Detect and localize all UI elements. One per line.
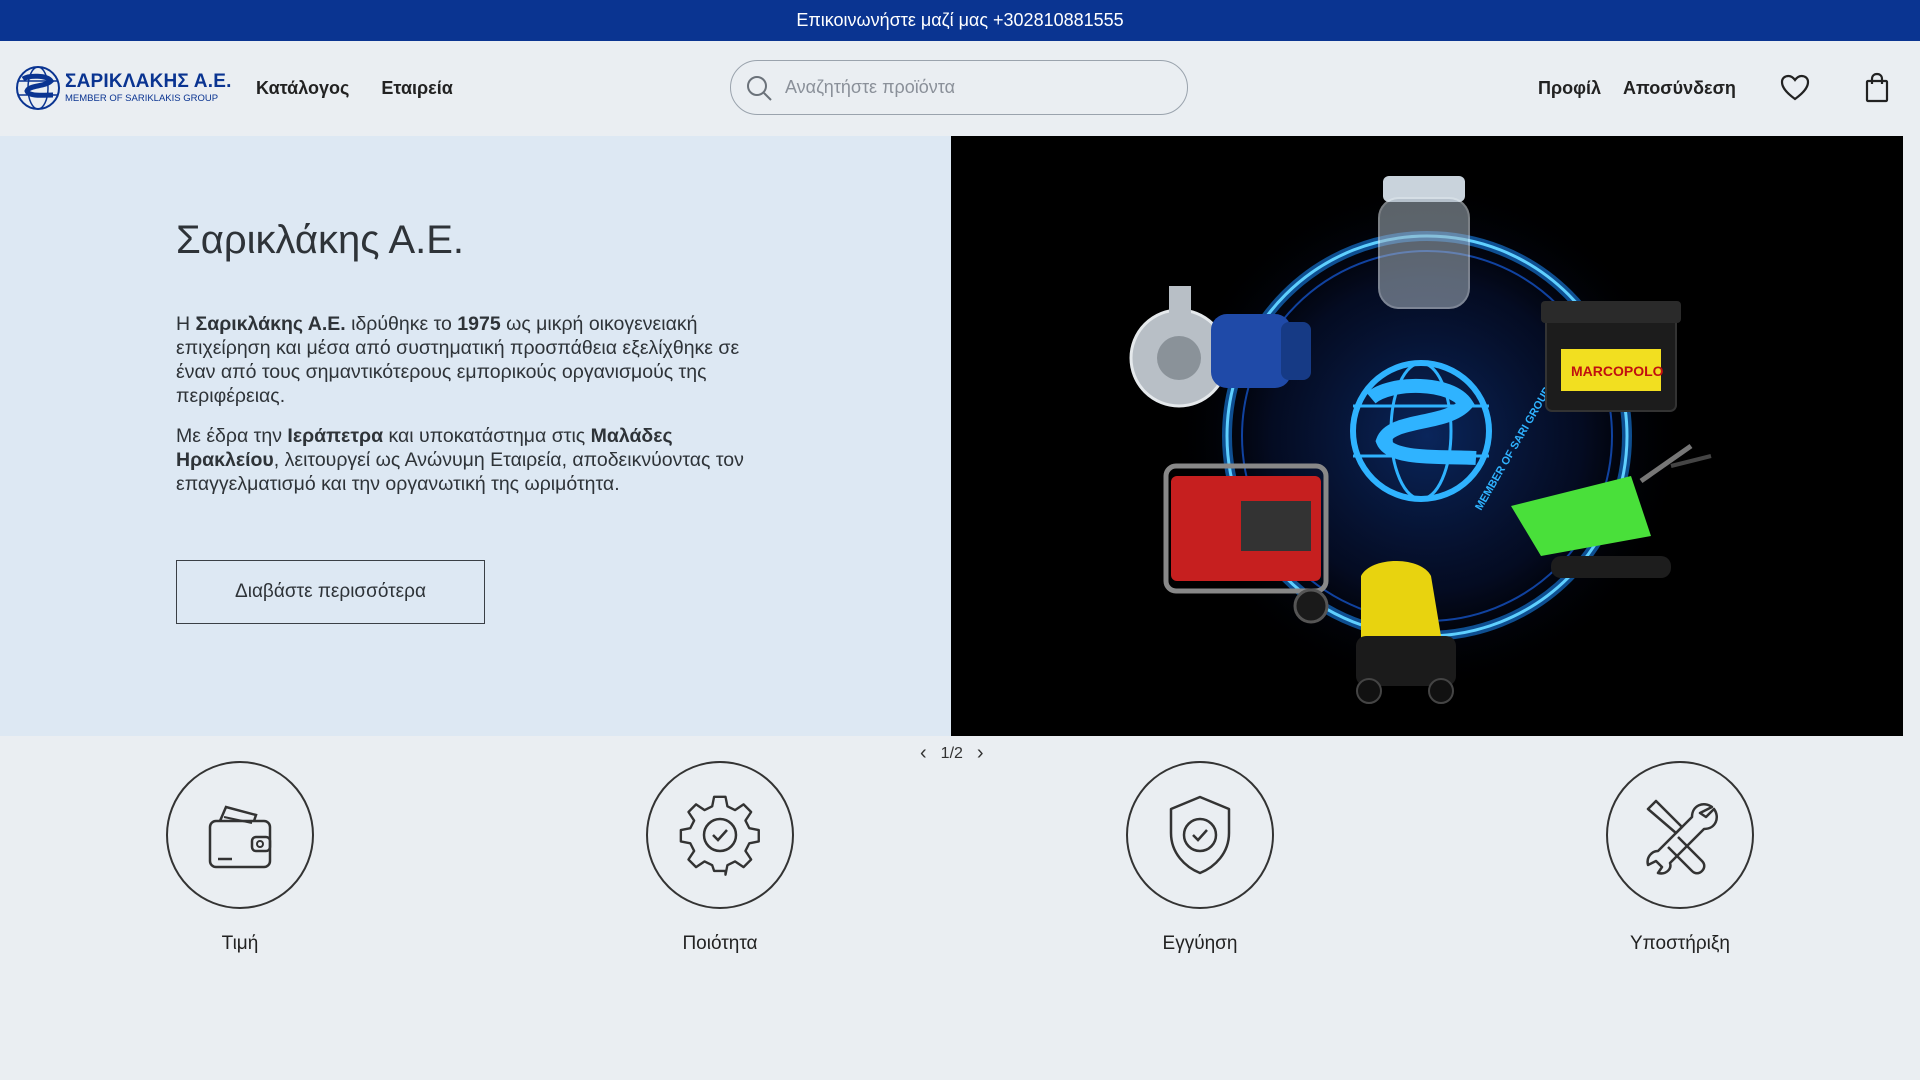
search-input[interactable]: [783, 76, 1167, 99]
hero-paragraph-1: Η Σαρικλάκης Α.Ε. ιδρύθηκε το 1975 ως μι…: [176, 312, 776, 408]
main-nav: Κατάλογος Εταιρεία: [256, 41, 453, 136]
logo-globe-icon: [16, 66, 60, 110]
feature-support-label: Υποστήριξη: [1630, 933, 1730, 954]
logo[interactable]: ΣΑΡΙΚΛΑΚΗΣ Α.Ε. MEMBER OF SARIKLAKIS GRO…: [15, 65, 232, 111]
p1-text-1: Η: [176, 313, 196, 335]
header: ΣΑΡΙΚΛΑΚΗΣ Α.Ε. MEMBER OF SARIKLAKIS GRO…: [0, 41, 1920, 136]
nav-catalog[interactable]: Κατάλογος: [256, 78, 349, 99]
p2-text-1: Με έδρα την: [176, 425, 288, 447]
glass-jar: [1378, 176, 1470, 309]
feature-price-circle: [166, 761, 314, 909]
profile-link[interactable]: Προφίλ: [1538, 78, 1601, 99]
hero-paragraph-2: Με έδρα την Ιεράπετρα και υποκατάστημα σ…: [176, 424, 776, 496]
feature-quality-label: Ποιότητα: [682, 933, 758, 954]
p1-bold-year: 1975: [457, 313, 501, 335]
hero-image: MEMBER OF SARI GROUP MARCOPOLO: [951, 136, 1903, 736]
contact-bar: Επικοινωνήστε μαζί μας +302810881555: [0, 0, 1920, 41]
gear-check-icon: [679, 795, 760, 876]
p2-bold-hq: Ιεράπετρα: [287, 425, 384, 447]
hero-section: Σαρικλάκης Α.Ε. Η Σαρικλάκης Α.Ε. ιδρύθη…: [0, 136, 1920, 736]
feature-price: Τιμή: [140, 761, 340, 955]
nav-company[interactable]: Εταιρεία: [381, 78, 452, 99]
shield-check-icon: [1169, 795, 1231, 875]
contact-text[interactable]: Επικοινωνήστε μαζί μας +302810881555: [796, 10, 1123, 31]
search-icon[interactable]: [745, 74, 773, 102]
feature-warranty-circle: [1126, 761, 1274, 909]
car-battery: MARCOPOLO: [1541, 301, 1681, 412]
battery-brand-text: MARCOPOLO: [1571, 363, 1664, 379]
logo-subtitle: MEMBER OF SARIKLAKIS GROUP: [65, 93, 219, 105]
features-row: Τιμή Ποιότητα Εγγύηση Υποστήριξη: [0, 761, 1920, 961]
feature-quality: Ποιότητα: [620, 761, 820, 955]
logout-link[interactable]: Αποσύνδεση: [1623, 78, 1736, 99]
p1-text-2: ιδρύθηκε το: [345, 313, 458, 335]
tools-icon: [1646, 799, 1718, 875]
products-collage-image: MEMBER OF SARI GROUP MARCOPOLO: [951, 136, 1903, 736]
account-nav: Προφίλ Αποσύνδεση: [1538, 41, 1736, 136]
carousel-indicator: 1/2: [940, 744, 963, 762]
feature-support-circle: [1606, 761, 1754, 909]
logo-title: ΣΑΡΙΚΛΑΚΗΣ Α.Ε.: [65, 71, 232, 93]
heart-icon[interactable]: [1778, 71, 1812, 105]
feature-support: Υποστήριξη: [1580, 761, 1780, 955]
feature-quality-circle: [646, 761, 794, 909]
p1-bold-company: Σαρικλάκης Α.Ε.: [195, 313, 346, 335]
hero-text-panel: Σαρικλάκης Α.Ε. Η Σαρικλάκης Α.Ε. ιδρύθη…: [0, 136, 951, 736]
p2-text-2: και υποκατάστημα στις: [383, 425, 591, 447]
read-more-button[interactable]: Διαβάστε περισσότερα: [176, 560, 485, 624]
feature-warranty-label: Εγγύηση: [1162, 933, 1238, 954]
feature-price-label: Τιμή: [221, 933, 259, 954]
hero-title: Σαρικλάκης Α.Ε.: [176, 218, 465, 262]
search-box[interactable]: [730, 60, 1188, 115]
feature-warranty: Εγγύηση: [1100, 761, 1300, 955]
shopping-bag-icon[interactable]: [1860, 71, 1894, 105]
wallet-icon: [208, 805, 272, 869]
